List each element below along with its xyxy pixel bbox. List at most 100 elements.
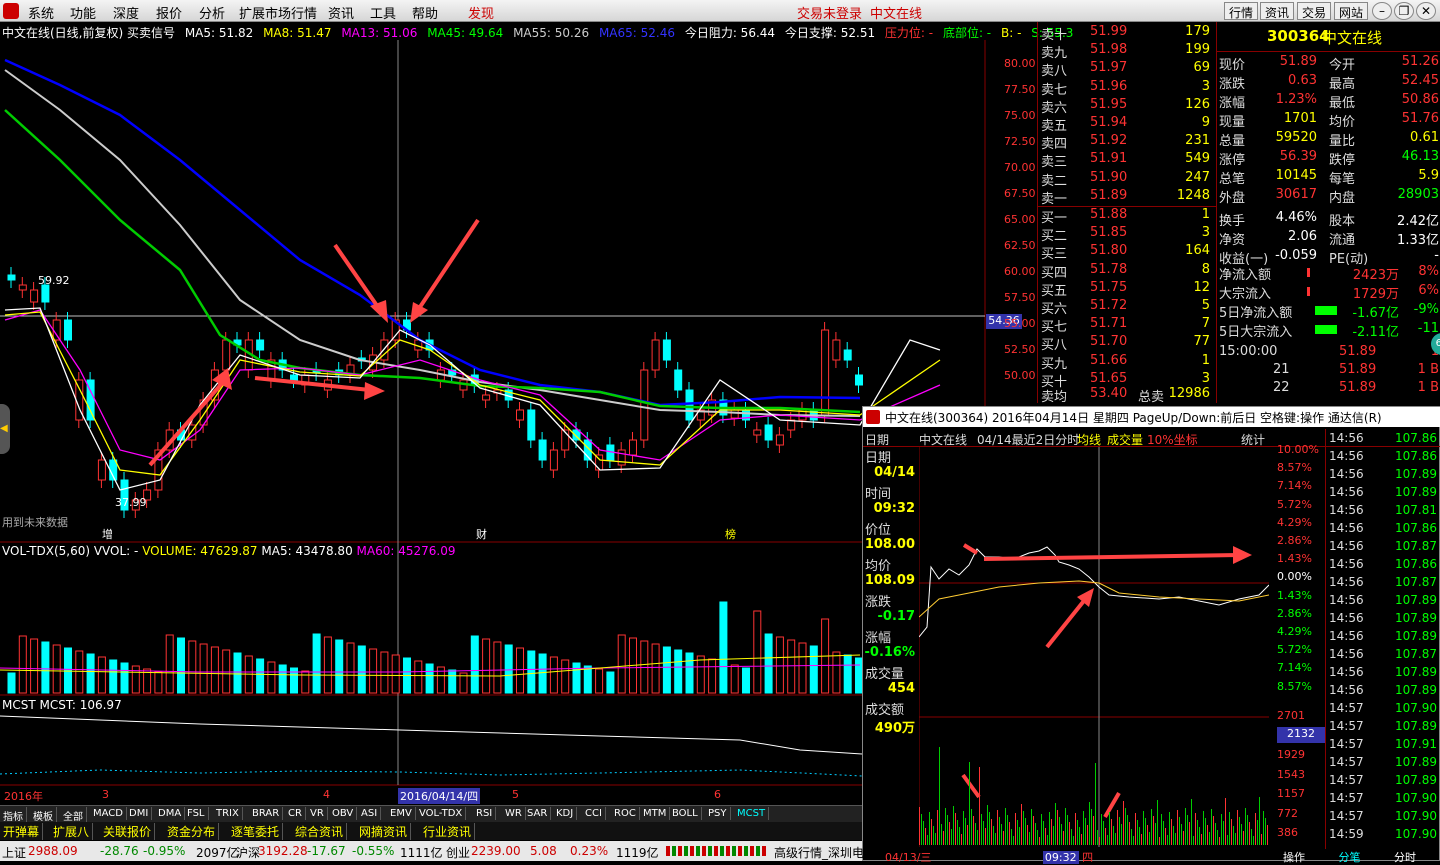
tick-price: 107.87	[1395, 575, 1437, 589]
order-book-row[interactable]: 卖八 51.97 69	[1038, 60, 1216, 79]
volume-bar	[18, 635, 27, 694]
order-book-row[interactable]: 卖三 51.91 549	[1038, 151, 1216, 170]
indicator-tab[interactable]: MTM	[640, 807, 671, 820]
intraday-volume-bar	[1001, 824, 1002, 845]
intraday-header-item[interactable]: 成交量	[1107, 431, 1143, 448]
function-tab[interactable]: 综合资讯	[292, 823, 348, 840]
indicator-tab[interactable]: SAR	[524, 807, 552, 820]
order-book-row[interactable]: 卖九 51.98 199	[1038, 42, 1216, 61]
indicator-tab[interactable]: TRIX	[213, 807, 243, 820]
order-book-row[interactable]: 买二 51.85 3	[1038, 225, 1216, 244]
order-book-row[interactable]: 买八 51.70 77	[1038, 334, 1216, 353]
indicator-tab[interactable]: BOLL	[669, 807, 702, 820]
tab-ticks[interactable]: 分笔	[1339, 851, 1361, 864]
menu-discover[interactable]: 发现	[468, 3, 494, 22]
function-tab[interactable]: 资金分布	[164, 823, 220, 840]
order-book-row[interactable]: 买九 51.66 1	[1038, 353, 1216, 372]
order-book-row[interactable]: 买一 51.88 1	[1038, 207, 1216, 226]
collapse-handle-icon[interactable]: ◀	[0, 404, 10, 454]
intraday-title[interactable]: 中文在线(300364) 2016年04月14日 星期四 PageUp/Down…	[863, 407, 1440, 427]
menu-help[interactable]: 帮助	[412, 3, 438, 22]
function-tab[interactable]: 关联报价	[100, 823, 156, 840]
intraday-header-item[interactable]: 10%坐标	[1147, 431, 1198, 448]
function-tab[interactable]: 扩展八	[50, 823, 94, 840]
minimize-icon[interactable]: –	[1372, 2, 1392, 20]
indicator-tab[interactable]: BRAR	[249, 807, 284, 820]
order-book-row[interactable]: 卖十 51.99 179	[1038, 24, 1216, 43]
quote-value: 30617	[1275, 187, 1317, 202]
price-axis-label: 50.00	[1004, 369, 1036, 382]
price-axis-label: 60.00	[1004, 265, 1036, 278]
indicator-tab[interactable]: CR	[285, 807, 306, 820]
tick-price: 107.91	[1395, 737, 1437, 751]
order-book-row[interactable]: 卖七 51.96 3	[1038, 79, 1216, 98]
order-price: 51.98	[1090, 42, 1128, 58]
info-button[interactable]: 资讯	[1260, 2, 1295, 20]
fund-flow-row: 大宗流入 1729万 6%	[1217, 283, 1440, 302]
volume-bar	[843, 654, 852, 694]
menu-analysis[interactable]: 分析	[199, 3, 225, 22]
indicator-tab[interactable]: ROC	[611, 807, 640, 820]
indicator-tab[interactable]: CCI	[582, 807, 606, 820]
indicator-tab[interactable]: FSL	[184, 807, 209, 820]
candle	[549, 449, 558, 471]
menu-info[interactable]: 资讯	[328, 3, 354, 22]
volume-bar	[30, 638, 39, 694]
function-tab[interactable]: 逐笔委托	[228, 823, 284, 840]
menu-depth[interactable]: 深度	[113, 3, 139, 22]
order-book-row[interactable]: 买五 51.75 12	[1038, 280, 1216, 299]
order-book-row[interactable]: 卖六 51.95 126	[1038, 97, 1216, 116]
order-price: 51.97	[1090, 60, 1128, 76]
indicator-tab[interactable]: MACD	[90, 807, 127, 820]
tab-timeshare[interactable]: 分时	[1394, 851, 1416, 864]
indicator-tab[interactable]: KDJ	[553, 807, 578, 820]
intraday-volume-bar	[1087, 825, 1088, 845]
sh-amount: 2097亿	[196, 846, 239, 860]
indicator-tab[interactable]: VR	[307, 807, 328, 820]
server-name[interactable]: 高级行情_深圳电	[774, 844, 864, 861]
indicator-tab[interactable]: PSY	[705, 807, 731, 820]
order-book-row[interactable]: 买七 51.71 7	[1038, 316, 1216, 335]
website-button[interactable]: 网站	[1334, 2, 1369, 20]
volume-bar	[662, 646, 671, 694]
menu-function[interactable]: 功能	[70, 3, 96, 22]
intraday-volume-bar	[925, 828, 926, 845]
menu-tools[interactable]: 工具	[370, 3, 396, 22]
quote-key: 涨幅	[1219, 96, 1246, 111]
close-icon[interactable]: ✕	[1416, 2, 1436, 20]
intraday-chart[interactable]	[919, 447, 1269, 847]
login-status[interactable]: 交易未登录	[797, 3, 862, 22]
intraday-header-item[interactable]: 统计	[1241, 431, 1265, 448]
function-tab[interactable]: 网摘资讯	[356, 823, 412, 840]
function-tab[interactable]: 开弹幕	[0, 823, 44, 840]
indicator-tab[interactable]: RSI	[473, 807, 497, 820]
order-price: 51.72	[1090, 298, 1128, 313]
order-book-row[interactable]: 买四 51.78 8	[1038, 262, 1216, 281]
intraday-header-item[interactable]: 均线	[1077, 431, 1101, 448]
menu-system[interactable]: 系统	[28, 3, 54, 22]
order-book-row[interactable]: 卖二 51.90 247	[1038, 170, 1216, 189]
indicator-tab[interactable]: OBV	[329, 807, 358, 820]
indicator-tab[interactable]: WR	[502, 807, 526, 820]
quote-button[interactable]: 行情	[1224, 2, 1259, 20]
indicator-tab[interactable]: VOL-TDX	[416, 807, 467, 820]
restore-icon[interactable]: ❐	[1394, 2, 1414, 20]
order-book-row[interactable]: 买六 51.72 5	[1038, 298, 1216, 317]
indicator-tab[interactable]: MCST	[734, 807, 770, 820]
menu-quote[interactable]: 报价	[156, 3, 182, 22]
indicator-tab[interactable]: DMI	[126, 807, 153, 820]
order-book-row[interactable]: 卖一 51.89 1248	[1038, 188, 1216, 207]
info-value: 04/14	[874, 465, 915, 480]
indicator-tab[interactable]: DMA	[155, 807, 186, 820]
site-link[interactable]: 中文在线	[870, 3, 922, 22]
order-book-row[interactable]: 买三 51.80 164	[1038, 243, 1216, 262]
trade-button[interactable]: 交易	[1297, 2, 1332, 20]
order-book-row[interactable]: 卖四 51.92 231	[1038, 133, 1216, 152]
order-book-row[interactable]: 卖五 51.94 9	[1038, 115, 1216, 134]
intraday-popup[interactable]: 中文在线(300364) 2016年04月14日 星期四 PageUp/Down…	[862, 406, 1440, 864]
tab-operate[interactable]: 操作	[1283, 851, 1305, 864]
indicator-tab[interactable]: ASI	[358, 807, 382, 820]
menu-extended-market[interactable]: 扩展市场行情	[239, 3, 317, 22]
indicator-tab[interactable]: EMV	[387, 807, 416, 820]
function-tab[interactable]: 行业资讯	[420, 823, 476, 840]
